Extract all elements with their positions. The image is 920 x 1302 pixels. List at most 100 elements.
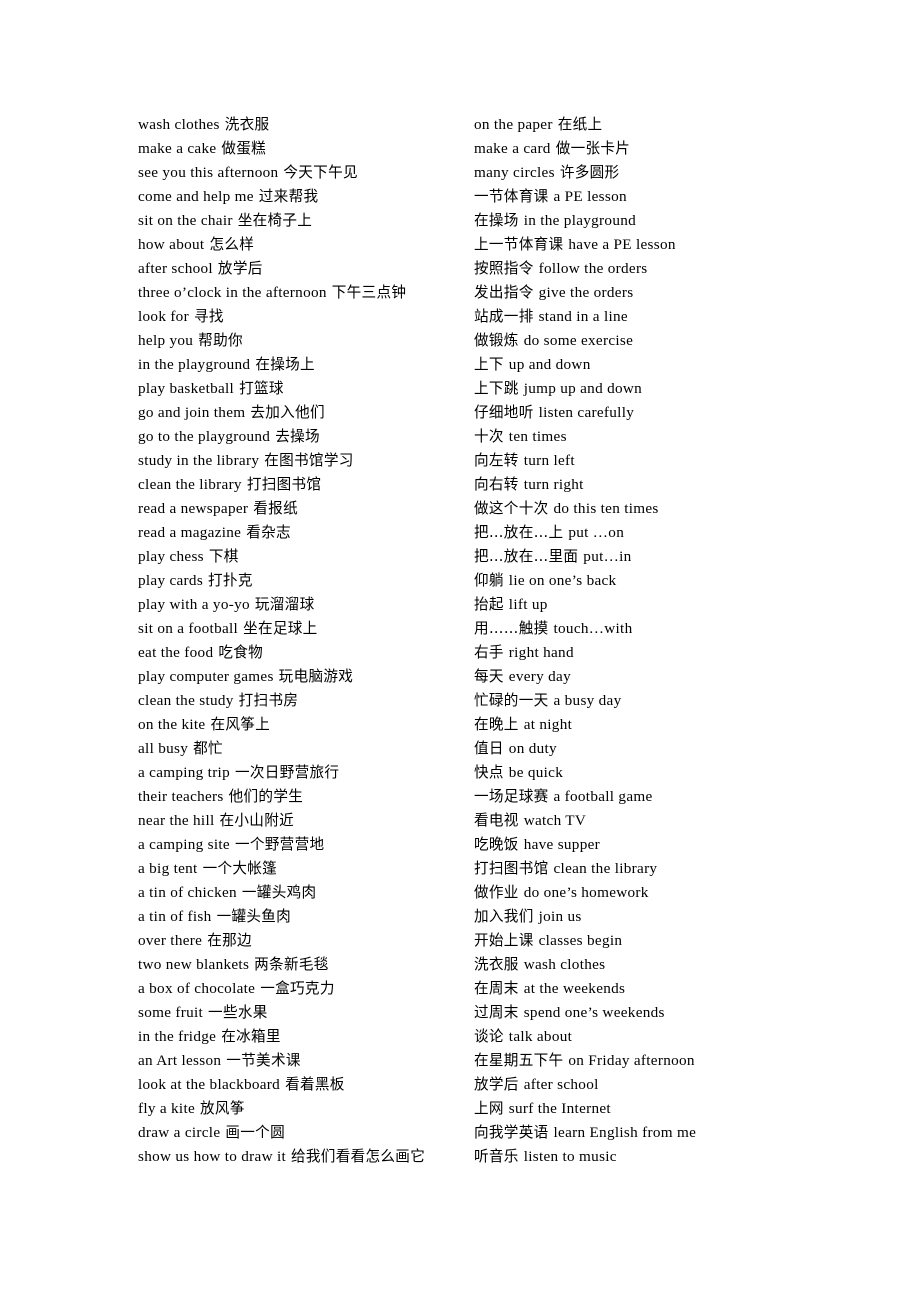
entry-gloss: 一罐头鱼肉 <box>216 908 292 925</box>
entry-term: over there <box>138 932 203 949</box>
vocabulary-entry: 听音乐 listen to music <box>474 1145 774 1169</box>
vocabulary-entry: 用……触摸 touch…with <box>474 617 774 641</box>
vocabulary-entry: two new blankets 两条新毛毯 <box>138 953 474 977</box>
entry-term: 洗衣服 <box>474 956 519 973</box>
vocabulary-entry: look for 寻找 <box>138 305 474 329</box>
entry-term: 吃晚饭 <box>474 836 519 853</box>
entry-gloss: 玩溜溜球 <box>254 596 315 613</box>
entry-term: come and help me <box>138 188 254 205</box>
entry-term: a big tent <box>138 860 198 877</box>
entry-term: play chess <box>138 548 204 565</box>
vocabulary-entry: 值日 on duty <box>474 737 774 761</box>
entry-term: sit on a football <box>138 620 239 637</box>
entry-term: 谈论 <box>474 1028 504 1045</box>
entry-term: read a magazine <box>138 524 242 541</box>
vocabulary-entry: 把…放在…里面 put…in <box>474 545 774 569</box>
entry-term: in the fridge <box>138 1028 217 1045</box>
entry-gloss: wash clothes <box>523 956 606 973</box>
entry-gloss: 许多圆形 <box>559 164 620 181</box>
entry-term: 听音乐 <box>474 1148 519 1165</box>
entry-gloss: 他们的学生 <box>228 788 304 805</box>
entry-term: 上网 <box>474 1100 504 1117</box>
vocabulary-entry: a tin of chicken 一罐头鸡肉 <box>138 881 474 905</box>
entry-gloss: 玩电脑游戏 <box>278 668 354 685</box>
entry-gloss: 下午三点钟 <box>331 284 407 301</box>
vocabulary-entry: three o’clock in the afternoon 下午三点钟 <box>138 281 474 305</box>
entry-gloss: 坐在椅子上 <box>237 212 313 229</box>
vocabulary-entry: near the hill 在小山附近 <box>138 809 474 833</box>
entry-gloss: listen to music <box>523 1148 617 1165</box>
entry-gloss: be quick <box>508 764 564 781</box>
entry-term: see you this afternoon <box>138 164 279 181</box>
vocabulary-entry: 做锻炼 do some exercise <box>474 329 774 353</box>
entry-gloss: 看报纸 <box>253 500 298 517</box>
vocabulary-entry: 十次 ten times <box>474 425 774 449</box>
vocabulary-entry: in the fridge 在冰箱里 <box>138 1025 474 1049</box>
entry-term: clean the library <box>138 476 242 493</box>
entry-gloss: 在风筝上 <box>210 716 271 733</box>
vocabulary-entry: all busy 都忙 <box>138 737 474 761</box>
vocabulary-entry: 上下 up and down <box>474 353 774 377</box>
entry-gloss: do this ten times <box>553 500 659 517</box>
entry-gloss: 打扫书房 <box>238 692 299 709</box>
vocabulary-entry: on the paper 在纸上 <box>474 113 774 137</box>
entry-gloss: 看杂志 <box>246 524 291 541</box>
entry-gloss: touch…with <box>553 620 633 637</box>
entry-gloss: 都忙 <box>193 740 223 757</box>
entry-term: 仔细地听 <box>474 404 534 421</box>
entry-term: a tin of chicken <box>138 884 237 901</box>
vocabulary-entry: eat the food 吃食物 <box>138 641 474 665</box>
entry-gloss: 打篮球 <box>239 380 284 397</box>
entry-gloss: turn right <box>523 476 584 493</box>
vocabulary-entry: 开始上课 classes begin <box>474 929 774 953</box>
vocabulary-entry: play basketball 打篮球 <box>138 377 474 401</box>
entry-gloss: 一罐头鸡肉 <box>241 884 317 901</box>
entry-gloss: 在小山附近 <box>219 812 294 829</box>
entry-term: 看电视 <box>474 812 519 829</box>
entry-gloss: do one’s homework <box>523 884 649 901</box>
entry-term: 放学后 <box>474 1076 519 1093</box>
vocabulary-entry: on the kite 在风筝上 <box>138 713 474 737</box>
entry-term: make a cake <box>138 140 217 157</box>
vocabulary-entry: a camping trip 一次日野营旅行 <box>138 761 474 785</box>
entry-gloss: 两条新毛毯 <box>254 956 329 973</box>
vocabulary-entry: go to the playground 去操场 <box>138 425 474 449</box>
entry-term: their teachers <box>138 788 224 805</box>
vocabulary-entry: 忙碌的一天 a busy day <box>474 689 774 713</box>
entry-gloss: at night <box>523 716 573 733</box>
entry-gloss: have a PE lesson <box>568 236 676 253</box>
entry-gloss: lie on one’s back <box>508 572 617 589</box>
entry-term: two new blankets <box>138 956 250 973</box>
entry-gloss: at the weekends <box>523 980 626 997</box>
entry-gloss: on duty <box>508 740 557 757</box>
entry-gloss: 在纸上 <box>557 116 603 133</box>
vocabulary-entry: show us how to draw it 给我们看看怎么画它 <box>138 1145 474 1169</box>
entry-gloss: 做一张卡片 <box>555 140 631 157</box>
vocabulary-entry: 把…放在…上 put …on <box>474 521 774 545</box>
entry-term: many circles <box>474 164 555 181</box>
entry-gloss: 画一个圆 <box>225 1124 285 1141</box>
entry-term: show us how to draw it <box>138 1148 287 1165</box>
entry-gloss: 怎么样 <box>209 236 255 253</box>
entry-gloss: on Friday afternoon <box>568 1052 695 1069</box>
vocabulary-entry: see you this afternoon 今天下午见 <box>138 161 474 185</box>
entry-gloss: 洗衣服 <box>224 116 270 133</box>
vocabulary-entry: some fruit 一些水果 <box>138 1001 474 1025</box>
entry-term: 一节体育课 <box>474 188 549 205</box>
entry-term: read a newspaper <box>138 500 249 517</box>
vocabulary-entry: many circles 许多圆形 <box>474 161 774 185</box>
vocabulary-entry: come and help me 过来帮我 <box>138 185 474 209</box>
entry-term: 把…放在…里面 <box>474 548 579 565</box>
entry-gloss: do some exercise <box>523 332 634 349</box>
entry-gloss: 过来帮我 <box>258 188 319 205</box>
entry-term: 十次 <box>474 428 504 445</box>
entry-term: 把…放在…上 <box>474 524 564 541</box>
entry-term: 发出指令 <box>474 284 534 301</box>
entry-term: 仰躺 <box>474 572 504 589</box>
entry-term: 加入我们 <box>474 908 534 925</box>
vocabulary-entry: 在星期五下午 on Friday afternoon <box>474 1049 774 1073</box>
vocabulary-entry: after school 放学后 <box>138 257 474 281</box>
vocabulary-entry: 快点 be quick <box>474 761 774 785</box>
vocabulary-entry: 站成一排 stand in a line <box>474 305 774 329</box>
entry-term: 在操场 <box>474 212 519 229</box>
